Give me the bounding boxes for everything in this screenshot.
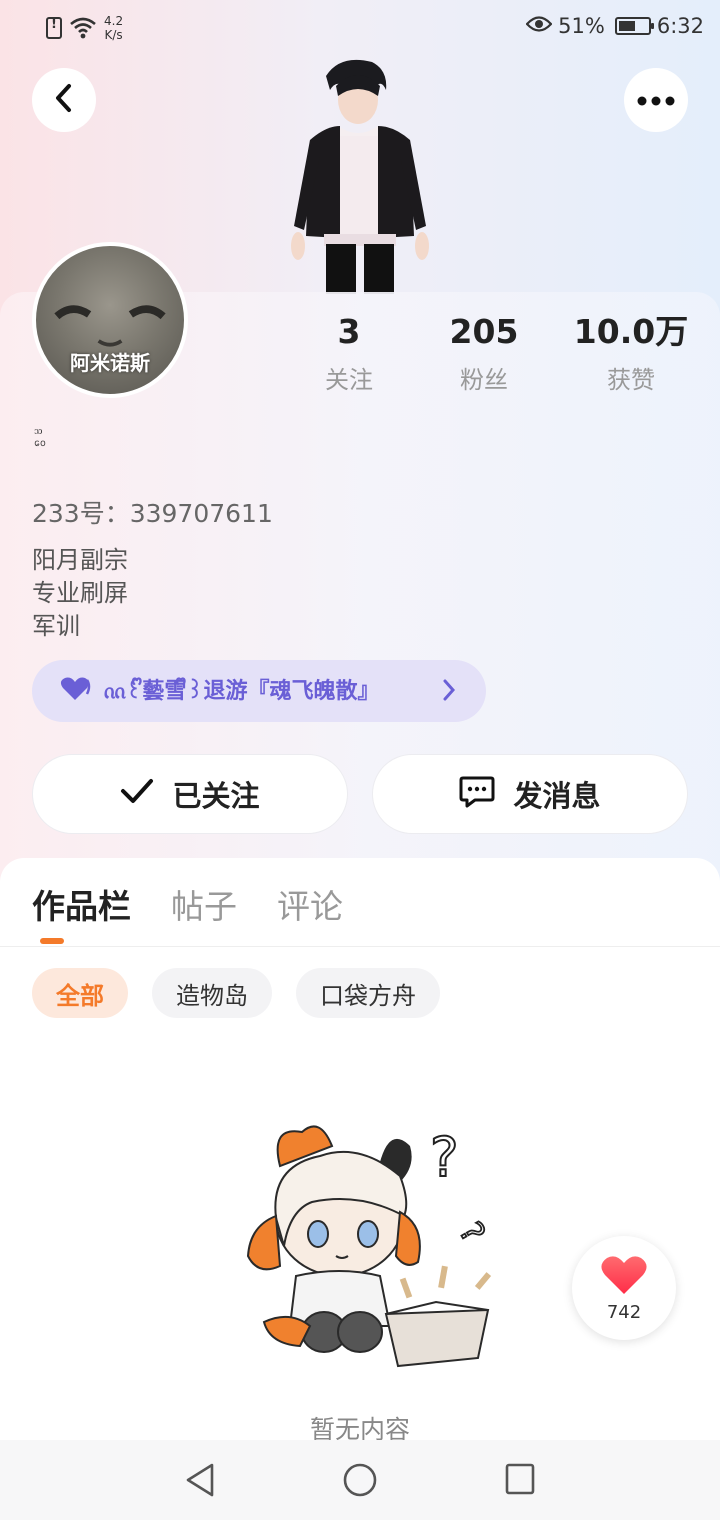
stat-followers-label: 粉丝	[460, 366, 508, 394]
bio-line: 阳月副宗	[32, 546, 128, 574]
eye-comfort-icon	[525, 14, 553, 38]
guild-link[interactable]: ᦶ꒰ᩚ藝雪ᩚ꒱退游『魂飞魄散』	[32, 660, 486, 722]
tab-comments[interactable]: 评论	[277, 880, 343, 938]
status-bar: 4.2 K/s 51% 6:32	[0, 0, 720, 56]
character-figure[interactable]	[280, 56, 440, 294]
filter-creation-island[interactable]: 造物岛	[152, 968, 272, 1018]
follow-label: 已关注	[172, 779, 260, 813]
battery-percent: 51%	[558, 14, 605, 38]
stat-following-value: 3	[337, 312, 361, 351]
bio-line: 专业刷屏	[32, 579, 128, 607]
message-button[interactable]: 发消息	[372, 754, 688, 834]
bio: 阳月副宗 专业刷屏 军训	[32, 544, 128, 643]
clock: 6:32	[656, 14, 704, 38]
chevron-left-icon	[53, 83, 75, 117]
like-count: 742	[606, 1301, 642, 1323]
filter-pocket-ark[interactable]: 口袋方舟	[296, 968, 440, 1018]
heart-icon	[600, 1254, 648, 1300]
bio-line: 军训	[32, 612, 80, 640]
stat-likes-value: 10.0万	[573, 312, 689, 351]
active-tab-indicator	[40, 938, 64, 944]
tab-bar: 作品栏 帖子 评论	[32, 880, 343, 938]
stats-row: 3 关注 205 粉丝 10.0万 获赞	[290, 312, 710, 395]
wifi-icon	[70, 17, 96, 39]
more-dots-icon	[637, 91, 675, 110]
follow-button[interactable]: 已关注	[32, 754, 348, 834]
stat-following[interactable]: 3 关注	[290, 312, 408, 395]
heart-icon	[60, 676, 92, 706]
system-nav-bar	[0, 1440, 720, 1520]
divider	[0, 946, 720, 947]
sim-alert-icon	[46, 17, 62, 39]
nav-home-icon[interactable]	[342, 1462, 378, 1502]
content-panel: 作品栏 帖子 评论 全部 造物岛 口袋方舟 ? ? 暂无内容	[0, 858, 720, 1520]
like-button[interactable]: 742	[572, 1236, 676, 1340]
more-options-button[interactable]	[624, 68, 688, 132]
guild-name: ᦶ꒰ᩚ藝雪ᩚ꒱退游『魂飞魄散』	[104, 678, 380, 704]
avatar-label: 阿米诺斯	[70, 351, 150, 375]
nav-back-icon[interactable]	[184, 1462, 216, 1502]
stat-likes-label: 获赞	[607, 366, 655, 394]
avatar[interactable]: 阿米诺斯	[32, 242, 188, 398]
chat-bubble-icon	[459, 774, 495, 815]
tab-works[interactable]: 作品栏	[32, 880, 131, 938]
tab-posts[interactable]: 帖子	[171, 880, 237, 938]
stat-following-label: 关注	[325, 366, 373, 394]
message-label: 发消息	[513, 779, 601, 813]
stat-followers[interactable]: 205 粉丝	[408, 312, 560, 395]
battery-icon	[614, 17, 654, 35]
filter-all[interactable]: 全部	[32, 968, 128, 1018]
network-speed: 4.2 K/s	[104, 14, 124, 42]
stat-likes[interactable]: 10.0万 获赞	[560, 312, 702, 395]
stat-followers-value: 205	[449, 312, 519, 351]
svg-text:?: ?	[451, 1215, 492, 1249]
svg-text:?: ?	[430, 1126, 459, 1189]
user-id: 233号：339707611	[32, 499, 273, 528]
check-icon	[120, 777, 154, 811]
back-button[interactable]	[32, 68, 96, 132]
nav-recents-icon[interactable]	[504, 1462, 536, 1500]
profile-badge-mark: ᦉ ᩅᩮ	[34, 426, 46, 449]
empty-state-illustration: ? ?	[240, 1106, 510, 1376]
filter-chips: 全部 造物岛 口袋方舟	[32, 968, 440, 1018]
chevron-right-icon	[442, 678, 456, 706]
